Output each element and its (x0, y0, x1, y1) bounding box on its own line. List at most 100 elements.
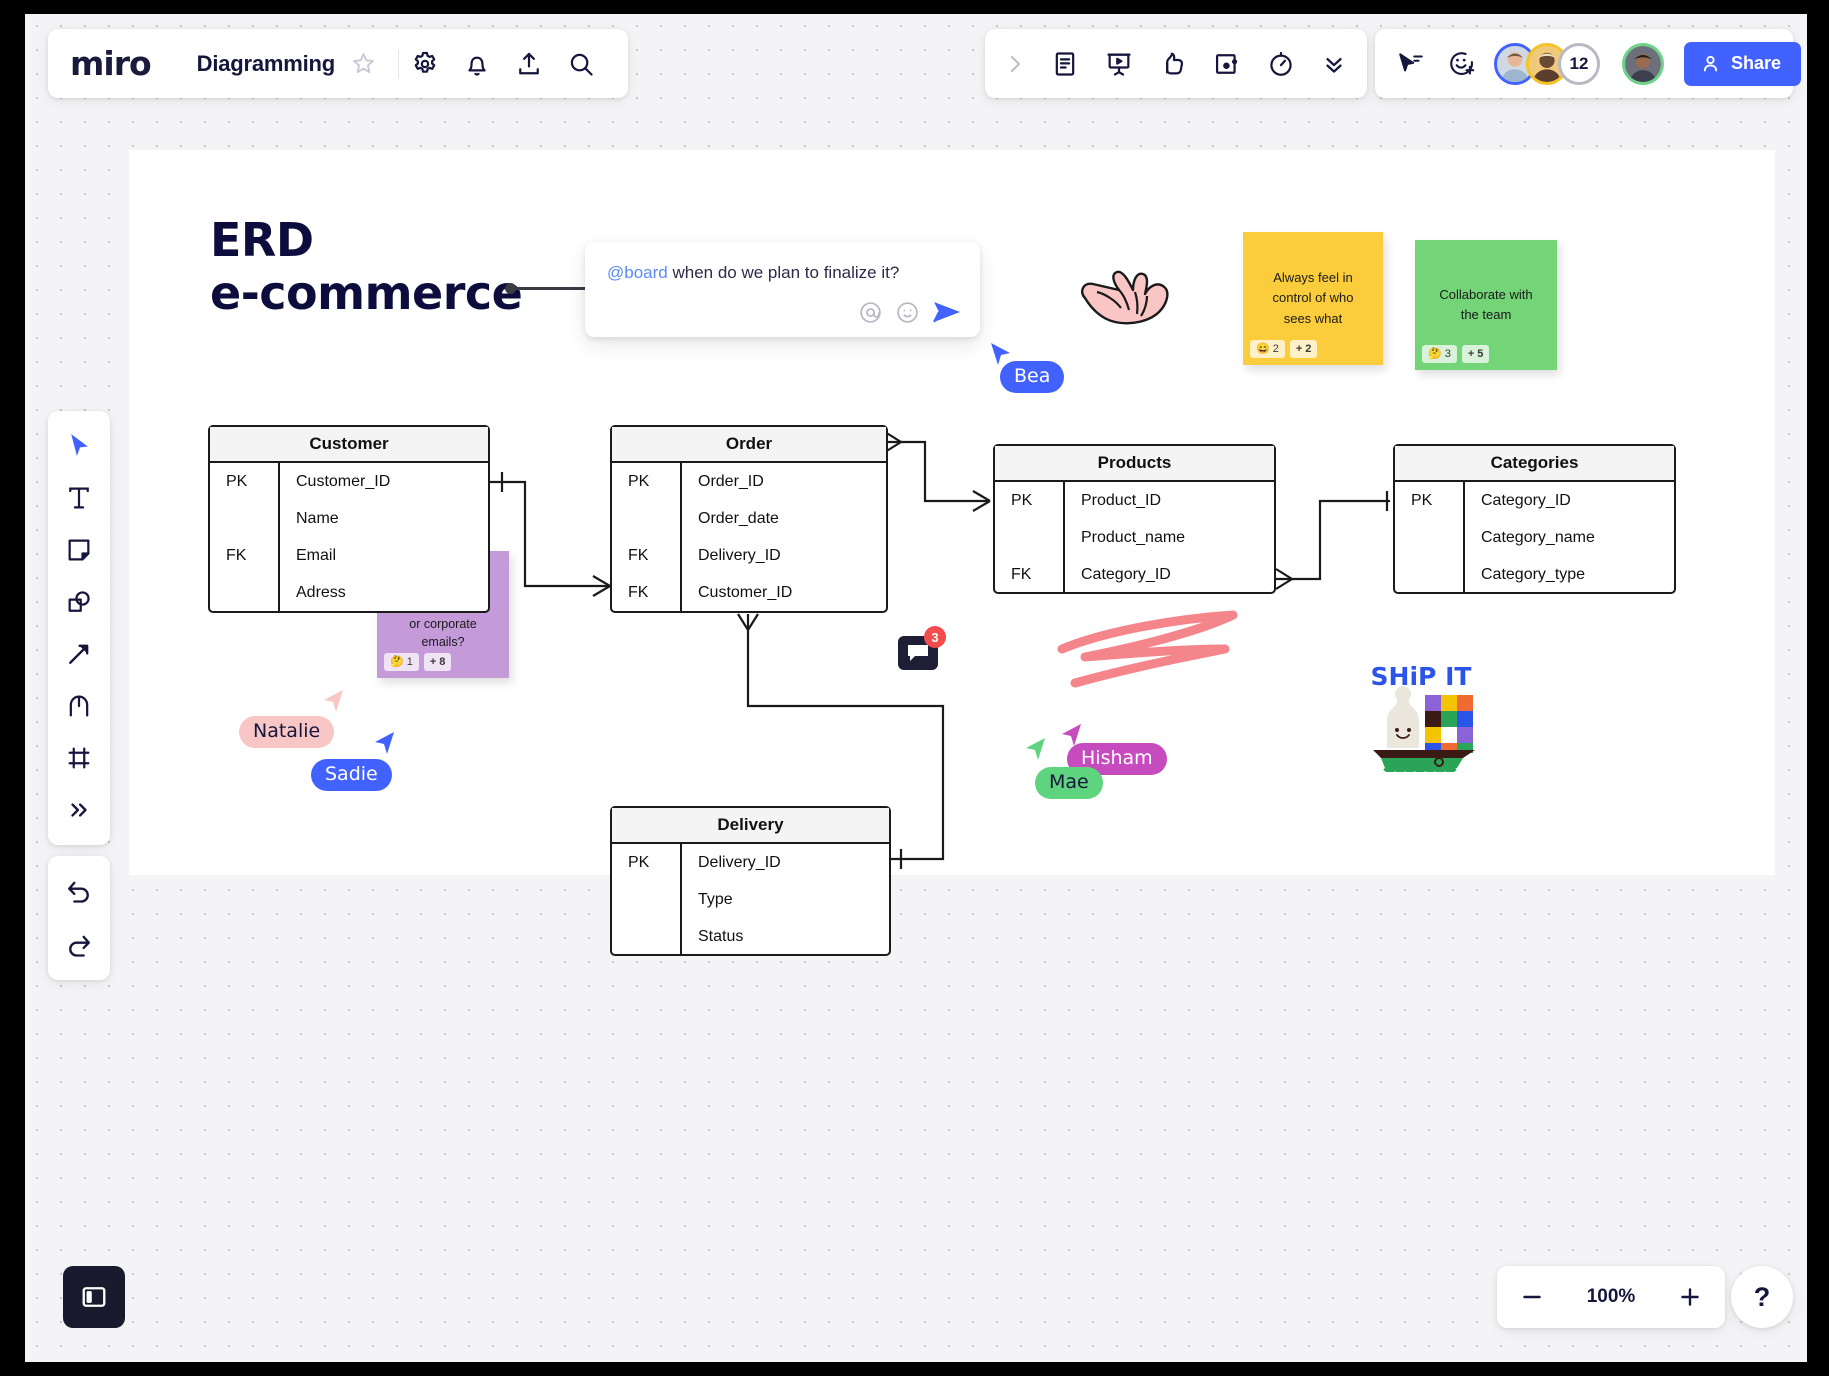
select-tool-icon[interactable] (56, 425, 102, 467)
board-title[interactable]: ERD e-commerce (210, 213, 523, 321)
comment-pin[interactable]: 3 (898, 626, 946, 670)
shapes-tool-icon[interactable] (56, 581, 102, 623)
document-icon[interactable] (1051, 50, 1079, 78)
comment-mention[interactable]: @board (607, 263, 668, 282)
erd-key: PK (628, 853, 650, 871)
help-button[interactable]: ? (1731, 1266, 1793, 1328)
frame-tool-icon[interactable] (56, 737, 102, 779)
zoom-level-label[interactable]: 100% (1587, 1286, 1636, 1308)
panel-toggle-button[interactable] (63, 1266, 125, 1328)
cursor-follow-icon[interactable] (1397, 51, 1425, 77)
left-tool-rail (48, 411, 110, 845)
erd-table-categories[interactable]: Categories PK Category_ID Category_name … (1393, 444, 1676, 594)
add-reaction-icon[interactable] (1447, 49, 1476, 78)
erd-field: Category_ID (1481, 491, 1571, 509)
erd-table-delivery[interactable]: Delivery PK Delivery_ID Type Status (610, 806, 891, 956)
chevrons-down-icon[interactable] (1321, 51, 1347, 77)
undo-icon[interactable] (56, 870, 102, 912)
erd-field: Order_ID (698, 472, 764, 490)
screen-share-icon[interactable] (1213, 50, 1241, 78)
sticky-note[interactable]: Always feel in control of who sees what … (1243, 232, 1383, 365)
erd-field: Delivery_ID (698, 853, 781, 871)
erd-table-title: Products (995, 446, 1274, 482)
reaction-emoji: 😄 (1256, 342, 1270, 355)
add-reaction-chip[interactable]: + 2 (1289, 339, 1318, 358)
erd-key (210, 500, 278, 537)
comment-composer[interactable]: @board when do we plan to finalize it? (585, 242, 980, 337)
sticky-note-reactions[interactable]: 🤔 1 + 8 (384, 652, 452, 671)
pink-scribble-annotation[interactable] (1055, 609, 1245, 694)
comment-body: when do we plan to finalize it? (667, 263, 900, 282)
send-icon[interactable] (932, 299, 962, 325)
reaction-chip[interactable]: 🤔 1 (384, 652, 419, 671)
thumbs-up-icon[interactable] (1159, 50, 1187, 78)
sticky-note-tool-icon[interactable] (56, 529, 102, 571)
erd-table-customer[interactable]: Customer PK FK Customer_ID Name Email Ad… (208, 425, 490, 613)
star-icon[interactable] (351, 51, 376, 76)
gear-icon[interactable] (411, 50, 439, 78)
avatar[interactable] (1622, 42, 1664, 85)
avatar-overflow-count[interactable]: 12 (1558, 42, 1600, 85)
cursor-pointer-natalie (321, 688, 345, 721)
erd-key: PK (1011, 491, 1033, 509)
bell-icon[interactable] (463, 50, 491, 78)
reaction-count: 2 (1272, 342, 1279, 355)
emoji-icon[interactable] (895, 300, 920, 325)
reaction-emoji: + (429, 655, 437, 668)
reaction-chip[interactable]: 😄 2 (1250, 339, 1285, 358)
pointing-hand-sticker[interactable] (1075, 252, 1183, 337)
erd-key: FK (628, 546, 649, 564)
text-tool-icon[interactable] (56, 477, 102, 519)
miro-logo[interactable]: miro (70, 44, 173, 83)
board-title-line1: ERD (210, 213, 314, 267)
reaction-emoji: 🤔 (1428, 347, 1442, 360)
erd-field: Delivery_ID (698, 546, 781, 564)
sticky-note-reactions[interactable]: 🤔 3 + 5 (1422, 344, 1490, 363)
erd-key (612, 500, 680, 537)
cursor-label-mae: Mae (1035, 767, 1103, 799)
ship-it-sticker[interactable]: SHiP IT (1363, 662, 1479, 772)
sticky-note[interactable]: Collaborate with the team 🤔 3 + 5 (1415, 240, 1557, 370)
reaction-chip[interactable]: 🤔 3 (1422, 344, 1457, 363)
erd-table-order[interactable]: Order PK FK FK Order_ID Order_date Deliv… (610, 425, 888, 613)
erd-table-title: Categories (1395, 446, 1674, 482)
erd-field: Type (698, 890, 733, 908)
upload-icon[interactable] (515, 50, 543, 78)
reaction-emoji: + (1295, 342, 1303, 355)
erd-table-products[interactable]: Products PK FK Product_ID Product_name C… (993, 444, 1276, 594)
share-button-label: Share (1731, 53, 1782, 73)
chevron-right-icon[interactable] (1005, 52, 1025, 76)
erd-field: Category_name (1481, 528, 1595, 546)
share-button[interactable]: Share (1684, 41, 1802, 86)
add-reaction-chip[interactable]: + 5 (1461, 344, 1490, 363)
zoom-in-button[interactable] (1677, 1284, 1703, 1310)
presentation-icon[interactable] (1105, 50, 1133, 78)
search-icon[interactable] (567, 50, 595, 78)
cursor-label-bea: Bea (1000, 361, 1065, 393)
mention-icon[interactable] (858, 300, 883, 325)
top-left-toolbar: miro Diagramming (48, 29, 628, 98)
history-rail (48, 856, 110, 980)
erd-field: Order_date (698, 509, 779, 527)
connector-tool-icon[interactable] (56, 633, 102, 675)
comment-text: @board when do we plan to finalize it? (607, 262, 958, 284)
reaction-count: 8 (439, 655, 446, 668)
erd-key (1395, 556, 1463, 593)
collaborator-avatars[interactable]: 12 (1494, 42, 1664, 85)
zoom-out-button[interactable] (1519, 1284, 1545, 1310)
erd-field: Name (296, 509, 339, 527)
erd-key (995, 519, 1063, 556)
redo-icon[interactable] (56, 924, 102, 966)
add-reaction-chip[interactable]: + 8 (423, 652, 452, 671)
sticky-note-reactions[interactable]: 😄 2 + 2 (1250, 339, 1318, 358)
reaction-count: 3 (1444, 347, 1451, 360)
erd-field: Category_type (1481, 565, 1586, 583)
more-tools-icon[interactable] (56, 789, 102, 831)
pen-tool-icon[interactable] (56, 685, 102, 727)
timer-icon[interactable] (1267, 50, 1295, 78)
board-name-label[interactable]: Diagramming (173, 51, 345, 77)
erd-key: PK (628, 472, 650, 490)
erd-key: FK (1011, 565, 1032, 583)
erd-table-title: Delivery (612, 808, 889, 844)
erd-key: FK (628, 583, 649, 601)
